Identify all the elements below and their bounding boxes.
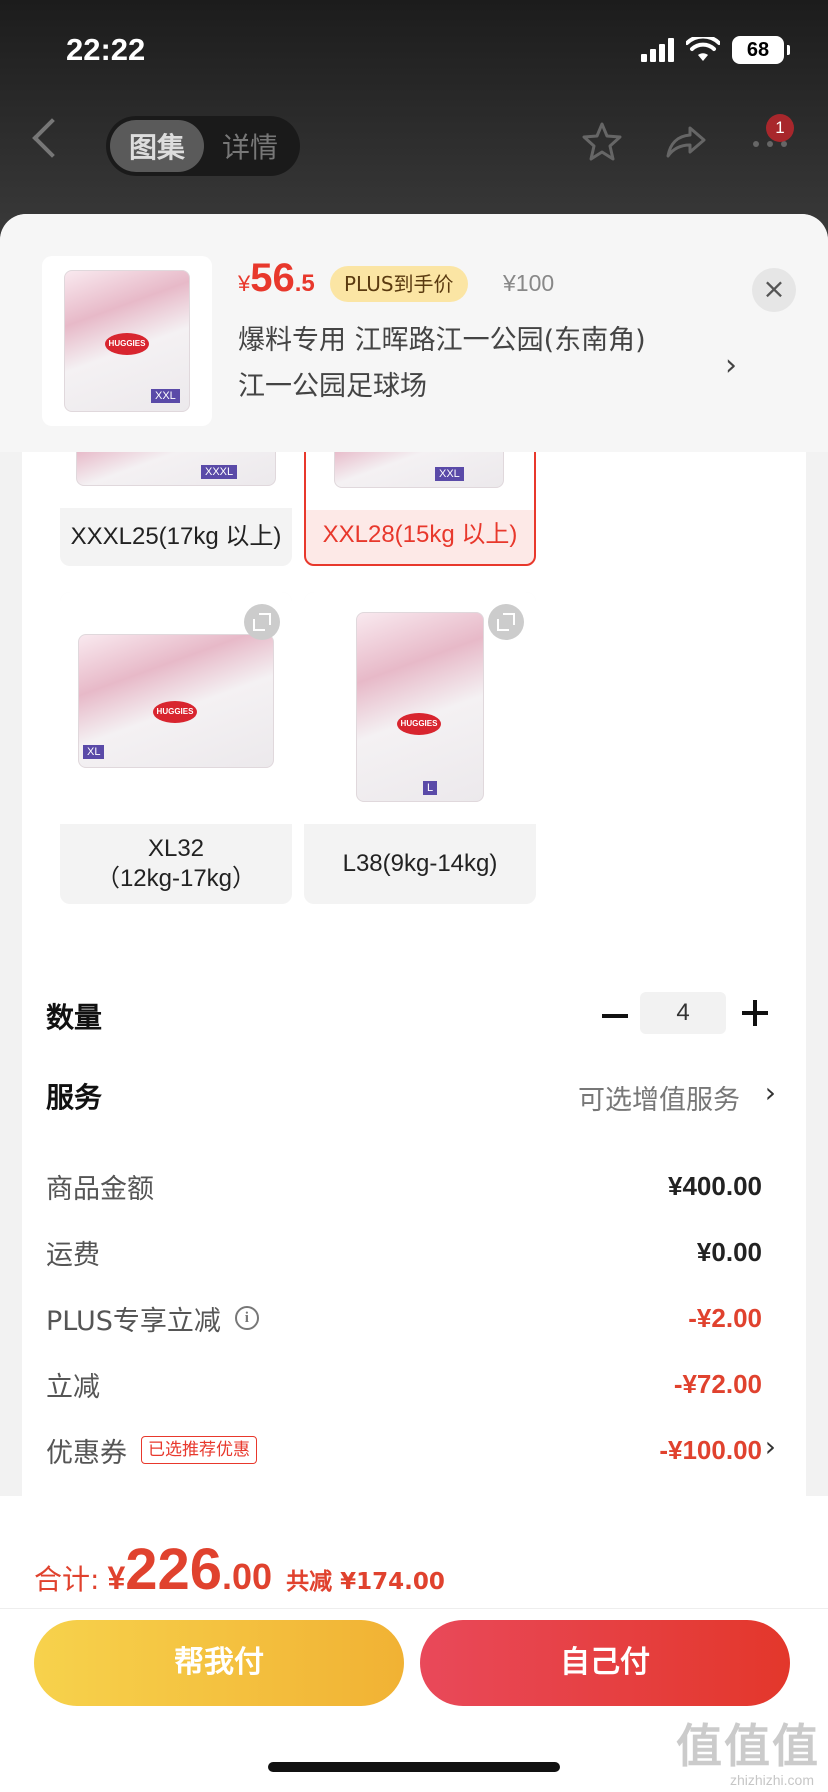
plus-discount-row: PLUS专享立减 i -¥2.00 [46, 1298, 762, 1338]
size-tag: XXXL [201, 465, 238, 479]
spec-label: XXXL25(17kg 以上) [70, 523, 282, 550]
price-integer: 56 [250, 256, 295, 300]
spec-image: HUGGIES L [304, 592, 536, 824]
checkout-bar: 合计: ¥ 226 .00 共减 ¥174.00 帮我付 自己付 值值值 zhi… [0, 1496, 828, 1792]
service-label: 服务 [46, 1081, 103, 1114]
coupon-label: 优惠券 [46, 1437, 127, 1469]
self-pay-button[interactable]: 自己付 [420, 1620, 790, 1706]
goods-amount-value: ¥400.00 [668, 1170, 762, 1201]
diaper-pack-image: HUGGIES L [356, 612, 484, 802]
watermark-url: zhizhizhi.com [729, 1772, 814, 1788]
quantity-label: 数量 [46, 1001, 103, 1034]
coupon-value: -¥100.00 [659, 1434, 762, 1465]
shipping-row: 运费 ¥0.00 [46, 1232, 762, 1272]
address-line-2: 江一公园足球场 [238, 371, 427, 402]
star-icon[interactable] [580, 120, 624, 164]
price-breakdown-card: 商品金额 ¥400.00 运费 ¥0.00 PLUS专享立减 i -¥2.00 … [22, 1136, 806, 1516]
top-nav-area: 22:22 68 图集 详情 1 [0, 0, 828, 240]
status-icons: 68 [641, 36, 790, 64]
coupon-row[interactable]: 优惠券 已选推荐优惠 -¥100.00 [46, 1430, 762, 1470]
close-button[interactable]: × [752, 268, 796, 312]
product-price: ¥56.5 [238, 256, 315, 301]
spec-label: XXL28(15kg 以上) [322, 521, 518, 548]
spec-label-line-2: （12kg-17kg） [95, 865, 257, 892]
huggies-logo: HUGGIES [153, 701, 197, 723]
total-currency: ¥ [107, 1560, 126, 1596]
goods-amount-label: 商品金额 [46, 1173, 154, 1205]
address-line-1: 爆料专用 江晖路江一公园(东南角) [238, 325, 646, 356]
delivery-address[interactable]: 爆料专用 江晖路江一公园(东南角) 江一公园足球场 [238, 318, 708, 410]
price-decimal: .5 [294, 270, 315, 297]
help-pay-button[interactable]: 帮我付 [34, 1620, 404, 1706]
original-price: ¥100 [503, 270, 555, 296]
instant-discount-label: 立减 [46, 1371, 100, 1403]
plus-icon[interactable] [742, 1000, 768, 1026]
spec-image: HUGGIES XL [60, 592, 292, 824]
product-thumbnail[interactable]: HUGGIES XXL [42, 256, 212, 426]
total-integer: 226 [125, 1537, 223, 1602]
size-tag: XXL [435, 467, 464, 481]
huggies-logo: HUGGIES [105, 333, 149, 355]
shipping-label: 运费 [46, 1239, 100, 1271]
minus-icon[interactable] [602, 1014, 628, 1018]
total-label: 合计: [34, 1563, 100, 1596]
instant-discount-value: -¥72.00 [673, 1368, 762, 1399]
view-toggle: 图集 详情 [106, 116, 300, 176]
expand-icon[interactable] [488, 604, 524, 640]
total-price: 合计: ¥ 226 .00 共减 ¥174.00 [34, 1536, 445, 1603]
plus-discount-value: -¥2.00 [688, 1302, 762, 1333]
size-tag: L [423, 781, 438, 795]
spec-option-xl32[interactable]: HUGGIES XL XL32 （12kg-17kg） [60, 592, 292, 904]
battery-icon: 68 [732, 36, 790, 64]
home-indicator [268, 1762, 560, 1772]
total-saved: 共减 ¥174.00 [286, 1569, 445, 1595]
chevron-right-icon[interactable]: › [725, 348, 737, 383]
spec-label: L38(9kg-14kg) [342, 850, 498, 877]
tab-gallery[interactable]: 图集 [110, 120, 204, 172]
diaper-pack-image: HUGGIES XXL [64, 270, 190, 412]
watermark-logo: 值值值 [676, 1719, 820, 1773]
size-tag: XXL [151, 389, 180, 403]
plus-price-tag: PLUS到手价 [330, 266, 468, 302]
back-icon[interactable] [32, 118, 72, 158]
wifi-icon [686, 37, 720, 61]
status-time: 22:22 [66, 32, 146, 67]
huggies-logo: HUGGIES [397, 713, 441, 735]
instant-discount-row: 立减 -¥72.00 [46, 1364, 762, 1404]
nav-actions [580, 120, 792, 164]
share-icon[interactable] [664, 120, 708, 164]
spec-label: XL32 （12kg-17kg） [60, 824, 292, 904]
size-tag: XL [83, 745, 105, 759]
product-header: HUGGIES XXL ¥56.5 PLUS到手价 ¥100 爆料专用 江晖路江… [0, 214, 828, 452]
diaper-pack-image: HUGGIES XL [78, 634, 274, 768]
tab-detail[interactable]: 详情 [204, 120, 296, 172]
notification-badge: 1 [766, 114, 794, 142]
quantity-input[interactable]: 4 [640, 992, 726, 1034]
price-currency: ¥ [238, 271, 251, 296]
shipping-value: ¥0.00 [696, 1236, 762, 1267]
chevron-right-icon[interactable]: › [765, 1430, 776, 1463]
info-icon[interactable]: i [234, 1306, 259, 1330]
plus-discount-label: PLUS专享立减 [46, 1305, 221, 1337]
signal-icon [641, 38, 674, 62]
divider [0, 1608, 828, 1609]
spec-option-l38[interactable]: HUGGIES L L38(9kg-14kg) [304, 592, 536, 904]
total-decimal: .00 [222, 1556, 273, 1597]
goods-amount-row: 商品金额 ¥400.00 [46, 1166, 762, 1206]
chevron-right-icon[interactable]: › [765, 1076, 776, 1109]
expand-icon[interactable] [244, 604, 280, 640]
coupon-tag: 已选推荐优惠 [141, 1436, 257, 1464]
spec-label-line-1: XL32 [147, 835, 205, 862]
service-value[interactable]: 可选增值服务 [578, 1078, 740, 1117]
